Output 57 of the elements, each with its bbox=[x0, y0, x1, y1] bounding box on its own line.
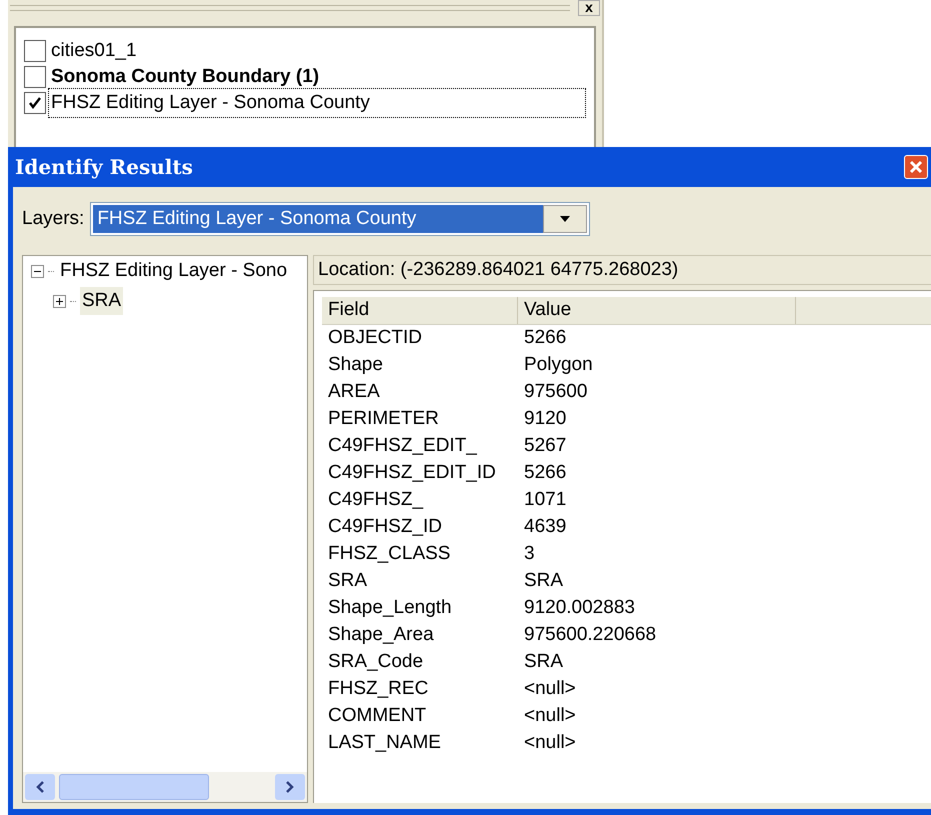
scroll-right-button[interactable] bbox=[275, 774, 305, 800]
table-cell-text: COMMENT bbox=[327, 704, 428, 728]
table-cell-text: 5267 bbox=[523, 434, 568, 458]
table-cell-text: AREA bbox=[327, 380, 381, 404]
table-cell-text: SRA bbox=[327, 569, 368, 594]
collapse-icon[interactable] bbox=[31, 264, 44, 278]
expand-icon[interactable] bbox=[53, 294, 66, 308]
table-cell-text: <null> bbox=[523, 704, 577, 728]
table-cell-text: 975600 bbox=[523, 380, 588, 404]
table-cell-text: 5266 bbox=[523, 461, 568, 486]
table-cell-text: 4639 bbox=[523, 515, 568, 540]
close-button[interactable] bbox=[904, 155, 928, 179]
table-cell-text: Polygon bbox=[523, 353, 594, 378]
close-icon bbox=[909, 160, 923, 174]
checkbox[interactable] bbox=[24, 92, 46, 114]
table-cell-text: 3 bbox=[523, 542, 536, 566]
table-cell-text: OBJECTID bbox=[327, 326, 423, 350]
horizontal-scrollbar[interactable] bbox=[23, 772, 307, 802]
table-cell-text: 975600.220668 bbox=[523, 623, 658, 648]
table-cell-text: Shape_Length bbox=[327, 596, 453, 620]
table-cell-text: C49FHSZ_EDIT_ bbox=[327, 434, 478, 458]
table-cell-text: <null> bbox=[523, 731, 577, 756]
check-icon bbox=[28, 96, 42, 110]
table-cell-text: SRA bbox=[523, 569, 564, 594]
table-cell-text: C49FHSZ_ bbox=[327, 488, 424, 512]
tree-item[interactable]: SRA bbox=[80, 286, 124, 316]
table-cell-text: C49FHSZ_ID bbox=[327, 515, 444, 540]
window-title: Identify Results bbox=[14, 154, 193, 181]
layer-item[interactable]: FHSZ Editing Layer - Sonoma County bbox=[48, 88, 586, 118]
table-cell-text: PERIMETER bbox=[327, 407, 440, 432]
scroll-left-button[interactable] bbox=[25, 774, 55, 800]
table-cell-text: Shape bbox=[327, 353, 384, 378]
scroll-thumb[interactable] bbox=[59, 774, 209, 800]
checkbox[interactable] bbox=[24, 40, 46, 62]
dropdown-value: FHSZ Editing Layer - Sonoma County bbox=[93, 205, 544, 233]
chevron-right-icon bbox=[285, 781, 295, 793]
chevron-left-icon bbox=[35, 781, 45, 793]
layers-dropdown[interactable]: FHSZ Editing Layer - Sonoma County bbox=[90, 202, 590, 236]
table-cell-text: 9120.002883 bbox=[523, 596, 636, 620]
layers-label: Layers: bbox=[22, 206, 84, 231]
column-header[interactable]: Value bbox=[518, 297, 796, 324]
table-cell-text: 1071 bbox=[523, 488, 568, 512]
location-bar: Location: (-236289.864021 64775.268023) bbox=[313, 255, 931, 285]
table-cell-text: C49FHSZ_EDIT_ID bbox=[327, 461, 497, 486]
table-cell-text: Shape_Area bbox=[327, 623, 435, 648]
table-cell-text: 9120 bbox=[523, 407, 568, 432]
close-button[interactable]: x bbox=[578, 0, 600, 16]
checkbox[interactable] bbox=[24, 66, 46, 88]
table-cell-text: 5266 bbox=[523, 326, 568, 350]
table-cell-text: SRA bbox=[523, 650, 564, 674]
tree-item[interactable]: FHSZ Editing Layer - Sono bbox=[58, 256, 290, 286]
table-cell-text: FHSZ_REC bbox=[327, 677, 430, 702]
table-cell-text: FHSZ_CLASS bbox=[327, 542, 452, 566]
table-cell-text: <null> bbox=[523, 677, 577, 702]
column-header[interactable]: Field bbox=[322, 297, 518, 324]
table-cell-text: SRA_Code bbox=[327, 650, 424, 674]
table-cell-text: LAST_NAME bbox=[327, 731, 442, 756]
